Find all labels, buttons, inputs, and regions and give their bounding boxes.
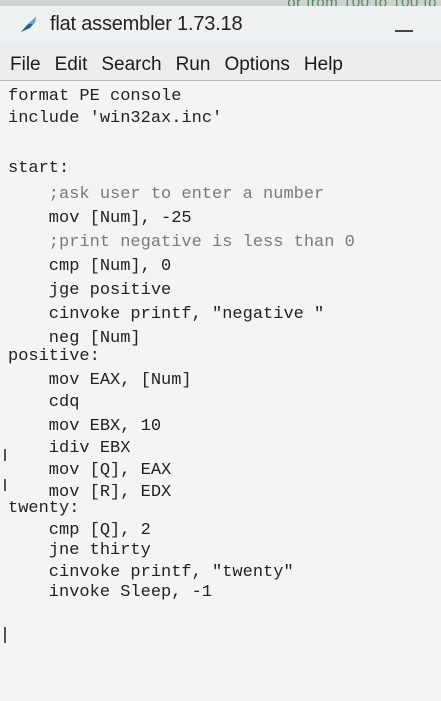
menu-search[interactable]: Search — [101, 54, 161, 80]
feather-app-icon — [21, 17, 36, 32]
code-line: ;ask user to enter a number — [8, 185, 325, 204]
menu-options[interactable]: Options — [224, 54, 289, 80]
code-line: cdq — [8, 393, 80, 412]
code-line: mov [Num], -25 — [8, 209, 192, 228]
code-line: cmp [Num], 0 — [8, 257, 172, 276]
code-line: cmp [Q], 2 — [8, 521, 151, 540]
code-line: jge positive — [8, 281, 172, 300]
code-editor[interactable]: format PE console include 'win32ax.inc' … — [0, 80, 441, 701]
menu-run[interactable]: Run — [176, 54, 211, 80]
menu-bar: File Edit Search Run Options Help — [0, 42, 441, 80]
menu-help[interactable]: Help — [304, 54, 343, 80]
code-line: invoke Sleep, -1 — [8, 583, 213, 602]
window-title: flat assembler 1.73.18 — [50, 12, 243, 35]
code-line: cinvoke printf, "negative " — [8, 305, 325, 324]
code-line: format PE console — [8, 87, 182, 106]
code-line: mov EAX, [Num] — [8, 371, 192, 390]
code-line: twenty: — [8, 499, 80, 518]
minimize-icon[interactable] — [395, 18, 413, 32]
code-line: cinvoke printf, "twenty" — [8, 563, 294, 582]
menu-edit[interactable]: Edit — [55, 54, 88, 80]
text-cursor — [4, 627, 6, 643]
menu-file[interactable]: File — [10, 54, 41, 80]
code-line: mov [Q], EAX — [8, 461, 172, 480]
code-line: idiv EBX — [8, 439, 131, 458]
code-line: mov EBX, 10 — [8, 417, 162, 436]
code-line: include 'win32ax.inc' — [8, 109, 223, 128]
title-bar[interactable]: flat assembler 1.73.18 — [0, 6, 441, 42]
code-line: positive: — [8, 347, 100, 366]
code-line: start: — [8, 159, 70, 178]
gutter-marker — [4, 449, 6, 461]
code-line: ;print negative is less than 0 — [8, 233, 355, 252]
gutter-marker — [4, 479, 6, 491]
code-line: neg [Num] — [8, 329, 141, 348]
code-line: jne thirty — [8, 541, 151, 560]
